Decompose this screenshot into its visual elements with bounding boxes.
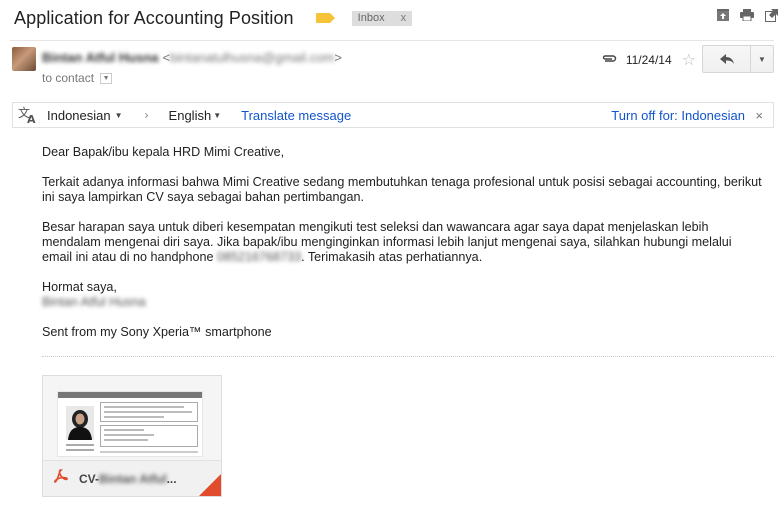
phone-number: 085216768733	[217, 250, 302, 264]
message-date: 11/24/14	[625, 53, 672, 67]
attachment-prefix: CV-	[79, 471, 100, 486]
subject-row: Application for Accounting Position Inbo…	[14, 4, 774, 32]
inbox-label-text: Inbox	[357, 11, 385, 24]
attachment-name-blurred: Bintan Atful	[99, 471, 167, 486]
chevron-down-icon: ▼	[114, 110, 123, 120]
body-paragraph-2: Besar harapan saya untuk diberi kesempat…	[42, 220, 762, 265]
attachment-paperclip-icon	[602, 53, 618, 67]
target-language-label: English	[168, 107, 212, 123]
attachments-divider	[42, 356, 774, 357]
inbox-label-chip[interactable]: Inbox x	[351, 10, 413, 26]
attachment-footer: CV- Bintan Atful ...	[43, 460, 221, 496]
body-paragraph-2-end: . Terimakasih atas perhatiannya.	[301, 250, 483, 264]
star-icon[interactable]: ☆	[682, 50, 696, 70]
pdf-corner-fold-icon	[199, 474, 221, 496]
signature-name: Bintan Atful Husna	[42, 295, 146, 309]
recipient-text: to contact	[42, 71, 95, 85]
signature-block: Hormat saya, Bintan Atful Husna	[42, 280, 762, 310]
turn-off-translation-link[interactable]: Turn off for: Indonesian	[611, 108, 745, 123]
body-paragraph-1: Terkait adanya informasi bahwa Mimi Crea…	[42, 175, 762, 204]
language-arrow-icon: ›	[144, 108, 149, 122]
chevron-down-icon: ▼	[758, 54, 766, 64]
body-greeting: Dear Bapak/ibu kepala HRD Mimi Creative,	[42, 145, 285, 159]
closing-text: Hormat saya,	[42, 280, 117, 294]
new-window-icon[interactable]	[764, 8, 778, 22]
sender-avatar[interactable]	[12, 47, 36, 71]
reply-button-group: ▼	[702, 45, 774, 73]
print-icon[interactable]	[740, 8, 754, 22]
more-actions-button[interactable]: ▼	[751, 46, 773, 72]
attachment-filename: CV- Bintan Atful ...	[79, 472, 177, 486]
target-language-select[interactable]: English ▼	[169, 108, 222, 123]
reply-arrow-icon	[719, 54, 734, 64]
source-language-select[interactable]: Indonesian ▼	[47, 108, 123, 123]
svg-text:A: A	[27, 113, 36, 124]
reply-button[interactable]	[703, 46, 751, 72]
translate-icon: 文 A	[15, 103, 41, 127]
remove-label-button[interactable]: x	[401, 11, 407, 26]
show-details-chevron-icon[interactable]: ▼	[100, 72, 113, 84]
sender-name[interactable]: Bintan Atful Husna	[42, 50, 159, 65]
message-body: Dear Bapak/ibu kepala HRD Mimi Creative,…	[42, 145, 762, 355]
translate-bar: 文 A Indonesian ▼ › English ▼ Translate m…	[12, 102, 774, 128]
translate-message-link[interactable]: Translate message	[241, 108, 351, 123]
close-translate-bar-button[interactable]: ×	[755, 108, 763, 123]
header-divider	[10, 40, 774, 41]
recipient-line: to contact ▼	[42, 71, 113, 85]
message-meta: 11/24/14 ☆	[602, 50, 696, 70]
email-close-bracket: >	[334, 50, 342, 65]
sender-email: bintanatulhusna@gmail.com	[170, 50, 335, 65]
pop-out-icon[interactable]	[716, 8, 730, 22]
chevron-down-icon: ▼	[213, 110, 222, 120]
sender-line: Bintan Atful Husna < bintanatulhusna@gma…	[42, 50, 342, 65]
important-marker-icon[interactable]	[315, 13, 335, 23]
email-open-bracket: <	[162, 50, 171, 65]
attachment-card[interactable]: CV- Bintan Atful ...	[42, 375, 222, 497]
attachment-ellipsis: ...	[166, 471, 177, 486]
subject-title: Application for Accounting Position	[14, 7, 294, 28]
mobile-footer: Sent from my Sony Xperia™ smartphone	[42, 325, 272, 339]
pdf-icon	[53, 469, 69, 488]
header-actions	[716, 8, 778, 22]
attachment-thumbnail	[57, 391, 203, 457]
source-language-label: Indonesian	[47, 107, 111, 123]
